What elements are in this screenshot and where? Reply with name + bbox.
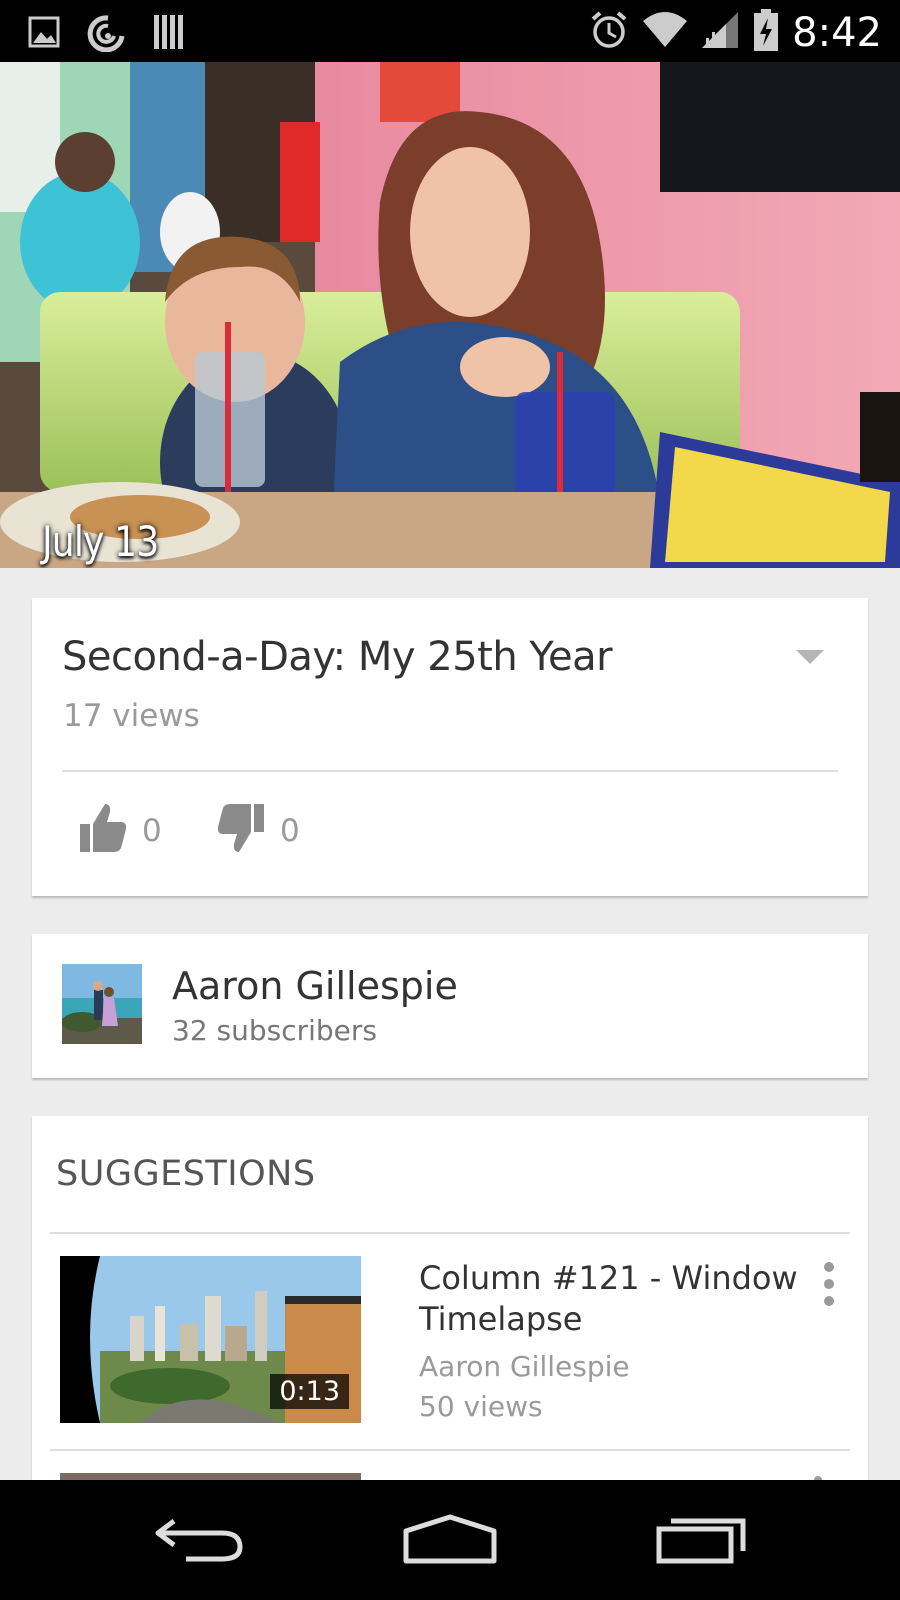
battery-charging-icon (752, 8, 780, 57)
video-info-card: Second-a-Day: My 25th Year 17 views 0 0 (32, 598, 868, 896)
more-options-icon[interactable] (824, 1262, 834, 1306)
thumbs-down-icon (216, 802, 266, 859)
channel-avatar[interactable] (62, 964, 142, 1044)
image-notification-icon (28, 14, 60, 55)
navigation-bar (0, 1480, 900, 1600)
video-caption: July 13 (42, 517, 159, 566)
subscriber-count: 32 subscribers (172, 1014, 378, 1047)
suggestion-title[interactable]: Column #121 - Window Timelapse (419, 1258, 799, 1340)
divider (62, 770, 838, 772)
system-icons: 8:42 (588, 8, 882, 57)
home-icon[interactable] (395, 1504, 505, 1574)
suggestions-card: SUGGESTIONS 0:13 Column #121 - Window Ti… (32, 1116, 868, 1500)
video-player[interactable]: July 13 (0, 62, 900, 568)
back-icon[interactable] (145, 1504, 255, 1574)
suggestion-channel: Aaron Gillespie (419, 1350, 630, 1383)
suggestion-thumbnail[interactable]: 0:13 (60, 1256, 361, 1423)
notification-icons (28, 12, 186, 57)
channel-card[interactable]: Aaron Gillespie 32 subscribers (32, 934, 868, 1078)
status-bar: 8:42 (0, 0, 900, 62)
suggestions-heading: SUGGESTIONS (56, 1154, 316, 1194)
video-title: Second-a-Day: My 25th Year (62, 634, 613, 680)
sync-notification-icon (84, 12, 128, 57)
channel-name[interactable]: Aaron Gillespie (172, 964, 458, 1008)
expand-description-icon[interactable] (796, 650, 824, 664)
dislike-button[interactable]: 0 (216, 802, 300, 859)
dislike-count: 0 (280, 812, 300, 849)
cell-signal-icon (700, 10, 740, 55)
barcode-notification-icon (152, 13, 186, 56)
clock: 8:42 (792, 9, 882, 56)
recents-icon[interactable] (648, 1504, 758, 1574)
suggestion-views: 50 views (419, 1390, 543, 1423)
suggestion-item[interactable]: 0:13 Column #121 - Window Timelapse Aaro… (60, 1256, 850, 1424)
alarm-icon (588, 9, 630, 56)
divider (50, 1232, 850, 1234)
divider (50, 1449, 850, 1451)
video-duration: 0:13 (270, 1374, 349, 1409)
like-count: 0 (142, 812, 162, 849)
video-frame (0, 62, 900, 568)
view-count: 17 views (63, 698, 200, 734)
wifi-icon (642, 11, 688, 54)
like-button[interactable]: 0 (78, 802, 162, 859)
thumbs-up-icon (78, 802, 128, 859)
